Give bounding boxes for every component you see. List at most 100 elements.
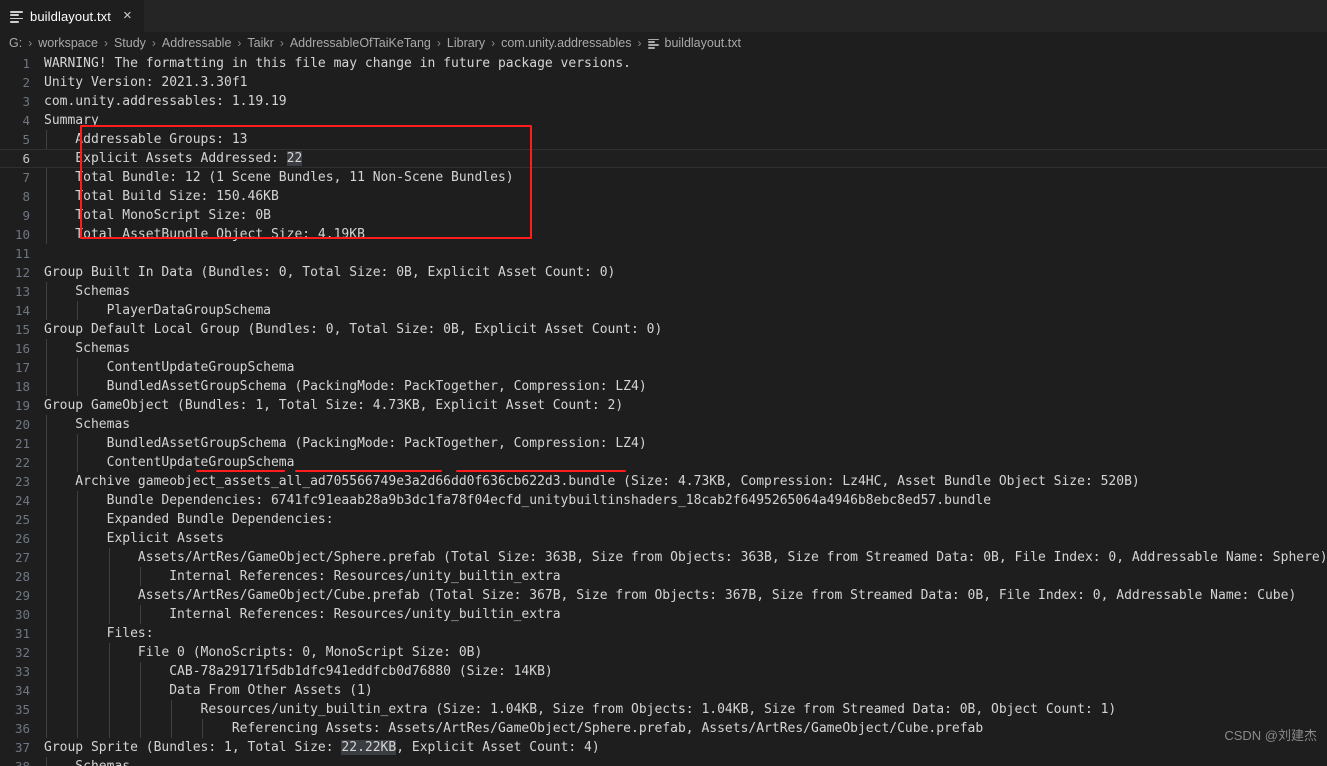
close-icon[interactable]: × bbox=[117, 8, 134, 25]
code-line[interactable]: 31 Files: bbox=[0, 624, 1327, 643]
breadcrumb-item-4[interactable]: Taikr bbox=[246, 36, 274, 50]
code-line-text[interactable]: Total AssetBundle Object Size: 4.19KB bbox=[44, 227, 1327, 242]
line-number: 35 bbox=[14, 702, 30, 717]
code-line[interactable]: 22 ContentUpdateGroupSchema bbox=[0, 453, 1327, 472]
code-line-text[interactable]: ContentUpdateGroupSchema bbox=[44, 455, 1327, 470]
code-line[interactable]: 20 Schemas bbox=[0, 415, 1327, 434]
code-line-text[interactable]: Internal References: Resources/unity_bui… bbox=[44, 569, 1327, 584]
code-line-text[interactable]: Assets/ArtRes/GameObject/Cube.prefab (To… bbox=[44, 588, 1327, 603]
code-line-text[interactable]: Bundle Dependencies: 6741fc91eaab28a9b3d… bbox=[44, 493, 1327, 508]
code-line-text[interactable]: Data From Other Assets (1) bbox=[44, 683, 1327, 698]
code-line[interactable]: 7 Total Bundle: 12 (1 Scene Bundles, 11 … bbox=[0, 168, 1327, 187]
code-line-text[interactable]: BundledAssetGroupSchema (PackingMode: Pa… bbox=[44, 436, 1327, 451]
breadcrumb-item-3[interactable]: Addressable bbox=[161, 36, 233, 50]
code-line[interactable]: 26 Explicit Assets bbox=[0, 529, 1327, 548]
code-line-text[interactable]: Files: bbox=[44, 626, 1327, 641]
code-line[interactable]: 14 PlayerDataGroupSchema bbox=[0, 301, 1327, 320]
code-line-text[interactable]: Explicit Assets bbox=[44, 531, 1327, 546]
code-line-text[interactable]: com.unity.addressables: 1.19.19 bbox=[44, 94, 1327, 109]
code-line[interactable]: 36 Referencing Assets: Assets/ArtRes/Gam… bbox=[0, 719, 1327, 738]
code-line-text[interactable]: Group GameObject (Bundles: 1, Total Size… bbox=[44, 398, 1327, 413]
code-line-text[interactable]: Schemas bbox=[44, 417, 1327, 432]
code-line[interactable]: 8 Total Build Size: 150.46KB bbox=[0, 187, 1327, 206]
code-line[interactable]: 38 Schemas bbox=[0, 757, 1327, 766]
code-line[interactable]: 24 Bundle Dependencies: 6741fc91eaab28a9… bbox=[0, 491, 1327, 510]
code-line[interactable]: 34 Data From Other Assets (1) bbox=[0, 681, 1327, 700]
code-line-text[interactable]: File 0 (MonoScripts: 0, MonoScript Size:… bbox=[44, 645, 1327, 660]
code-line[interactable]: 3 com.unity.addressables: 1.19.19 bbox=[0, 92, 1327, 111]
line-number: 6 bbox=[22, 151, 30, 166]
code-line-text[interactable]: PlayerDataGroupSchema bbox=[44, 303, 1327, 318]
code-line[interactable]: 9 Total MonoScript Size: 0B bbox=[0, 206, 1327, 225]
code-line[interactable]: 27 Assets/ArtRes/GameObject/Sphere.prefa… bbox=[0, 548, 1327, 567]
code-lines[interactable]: 1 WARNING! The formatting in this file ma… bbox=[0, 54, 1327, 766]
code-line[interactable]: 32 File 0 (MonoScripts: 0, MonoScript Si… bbox=[0, 643, 1327, 662]
code-line-text[interactable]: Assets/ArtRes/GameObject/Sphere.prefab (… bbox=[44, 550, 1327, 565]
code-line-text[interactable]: Group Sprite (Bundles: 1, Total Size: 22… bbox=[44, 740, 1327, 755]
code-line-text[interactable]: CAB-78a29171f5db1dfc941eddfcb0d76880 (Si… bbox=[44, 664, 1327, 679]
code-line[interactable]: 13 Schemas bbox=[0, 282, 1327, 301]
code-line-text[interactable]: Group Default Local Group (Bundles: 0, T… bbox=[44, 322, 1327, 337]
breadcrumb-item-2[interactable]: Study bbox=[113, 36, 147, 50]
tab-buildlayout-txt[interactable]: buildlayout.txt × bbox=[0, 0, 145, 32]
code-line[interactable]: 21 BundledAssetGroupSchema (PackingMode:… bbox=[0, 434, 1327, 453]
code-line-text[interactable]: Internal References: Resources/unity_bui… bbox=[44, 607, 1327, 622]
line-number: 13 bbox=[14, 284, 30, 299]
breadcrumb-item-0[interactable]: G: bbox=[8, 36, 23, 50]
line-number: 14 bbox=[14, 303, 30, 318]
editor-tab-bar: buildlayout.txt × bbox=[0, 0, 1327, 32]
code-line[interactable]: 37 Group Sprite (Bundles: 1, Total Size: … bbox=[0, 738, 1327, 757]
code-line[interactable]: 23 Archive gameobject_assets_all_ad70556… bbox=[0, 472, 1327, 491]
code-line-text[interactable]: Expanded Bundle Dependencies: bbox=[44, 512, 1327, 527]
code-line[interactable]: 30 Internal References: Resources/unity_… bbox=[0, 605, 1327, 624]
code-line[interactable]: 10 Total AssetBundle Object Size: 4.19KB bbox=[0, 225, 1327, 244]
selected-text: 22.22KB bbox=[341, 740, 397, 755]
breadcrumb-item-6[interactable]: Library bbox=[446, 36, 486, 50]
code-line-text[interactable]: Schemas bbox=[44, 759, 1327, 766]
code-line[interactable]: 1 WARNING! The formatting in this file ma… bbox=[0, 54, 1327, 73]
code-line[interactable]: 33 CAB-78a29171f5db1dfc941eddfcb0d76880 … bbox=[0, 662, 1327, 681]
code-line-text[interactable]: Unity Version: 2021.3.30f1 bbox=[44, 75, 1327, 90]
code-line[interactable]: 2 Unity Version: 2021.3.30f1 bbox=[0, 73, 1327, 92]
code-line-text[interactable]: Total MonoScript Size: 0B bbox=[44, 208, 1327, 223]
code-line[interactable]: 11 bbox=[0, 244, 1327, 263]
code-line-text[interactable]: ContentUpdateGroupSchema bbox=[44, 360, 1327, 375]
tab-bar-empty-area bbox=[144, 0, 1327, 32]
code-line-text[interactable]: Resources/unity_builtin_extra (Size: 1.0… bbox=[44, 702, 1327, 717]
code-line-text[interactable]: Total Build Size: 150.46KB bbox=[44, 189, 1327, 204]
code-line-text[interactable]: Archive gameobject_assets_all_ad70556674… bbox=[44, 474, 1327, 489]
line-number: 5 bbox=[22, 132, 30, 147]
code-line-text[interactable]: Explicit Assets Addressed: 22 bbox=[44, 151, 1327, 166]
code-line-text[interactable]: Total Bundle: 12 (1 Scene Bundles, 11 No… bbox=[44, 170, 1327, 185]
code-line-text[interactable]: WARNING! The formatting in this file may… bbox=[44, 56, 1327, 71]
code-line[interactable]: 4 Summary bbox=[0, 111, 1327, 130]
text-editor[interactable]: 1 WARNING! The formatting in this file ma… bbox=[0, 54, 1327, 766]
code-line[interactable]: 16 Schemas bbox=[0, 339, 1327, 358]
line-number: 30 bbox=[14, 607, 30, 622]
breadcrumb-item-1[interactable]: workspace bbox=[37, 36, 99, 50]
code-line-text[interactable]: Summary bbox=[44, 113, 1327, 128]
code-line[interactable]: 25 Expanded Bundle Dependencies: bbox=[0, 510, 1327, 529]
chevron-right-icon: › bbox=[103, 36, 108, 50]
code-line[interactable]: 19 Group GameObject (Bundles: 1, Total Si… bbox=[0, 396, 1327, 415]
breadcrumb: G: › workspace › Study › Addressable › Taikr › Add… bbox=[0, 32, 1327, 54]
code-line-text[interactable]: Referencing Assets: Assets/ArtRes/GameOb… bbox=[44, 721, 1327, 736]
breadcrumb-item-5[interactable]: AddressableOfTaiKeTang bbox=[289, 36, 432, 50]
code-line[interactable]: 17 ContentUpdateGroupSchema bbox=[0, 358, 1327, 377]
code-line[interactable]: 18 BundledAssetGroupSchema (PackingMode:… bbox=[0, 377, 1327, 396]
code-line-text[interactable]: Schemas bbox=[44, 341, 1327, 356]
code-line[interactable]: 28 Internal References: Resources/unity_… bbox=[0, 567, 1327, 586]
code-line[interactable]: 5 Addressable Groups: 13 bbox=[0, 130, 1327, 149]
code-line[interactable]: 12 Group Built In Data (Bundles: 0, Total… bbox=[0, 263, 1327, 282]
code-line-text[interactable]: BundledAssetGroupSchema (PackingMode: Pa… bbox=[44, 379, 1327, 394]
breadcrumb-item-file[interactable]: buildlayout.txt bbox=[647, 36, 742, 50]
code-line[interactable]: 29 Assets/ArtRes/GameObject/Cube.prefab … bbox=[0, 586, 1327, 605]
breadcrumb-item-7[interactable]: com.unity.addressables bbox=[500, 36, 632, 50]
code-line[interactable]: 15 Group Default Local Group (Bundles: 0,… bbox=[0, 320, 1327, 339]
code-line[interactable]: 6 Explicit Assets Addressed: 22 bbox=[0, 149, 1327, 168]
code-line[interactable]: 35 Resources/unity_builtin_extra (Size: … bbox=[0, 700, 1327, 719]
code-line-text[interactable]: Group Built In Data (Bundles: 0, Total S… bbox=[44, 265, 1327, 280]
code-line-text[interactable]: Schemas bbox=[44, 284, 1327, 299]
code-line-text[interactable]: Addressable Groups: 13 bbox=[44, 132, 1327, 147]
line-number: 20 bbox=[14, 417, 30, 432]
